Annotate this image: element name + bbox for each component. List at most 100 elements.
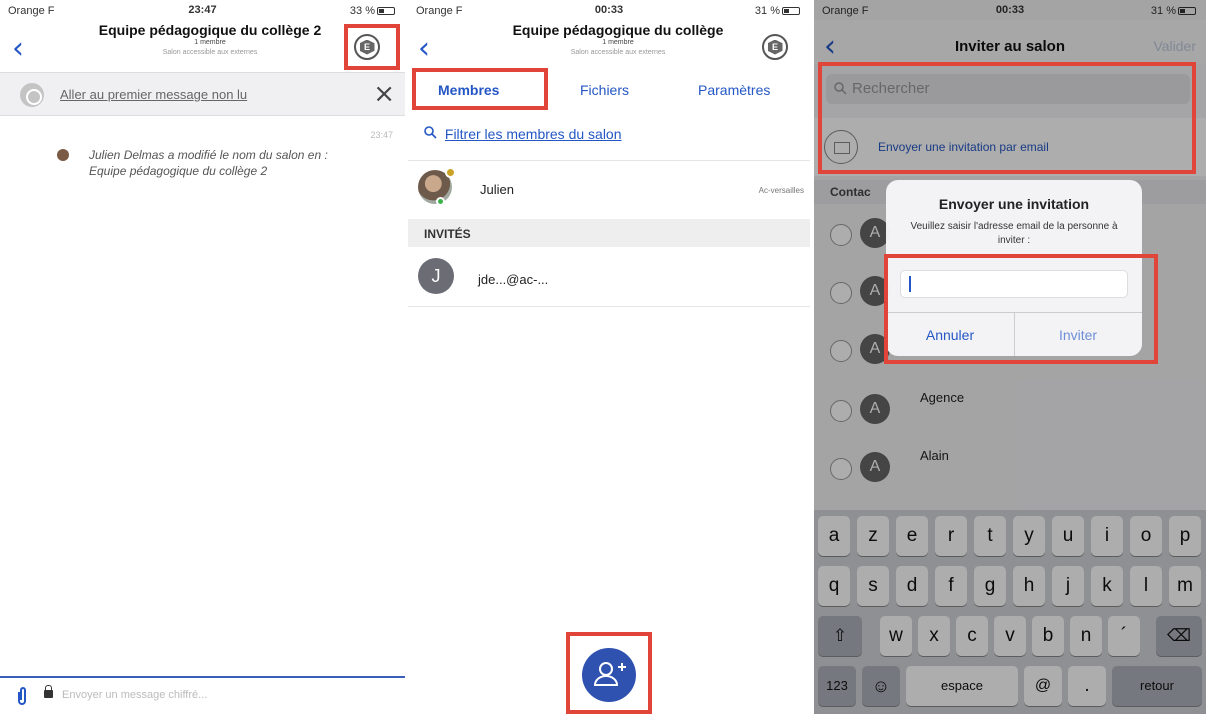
status-time: 00:33 [594, 4, 624, 16]
text-cursor [909, 276, 911, 292]
contact-row[interactable]: A Agence [814, 382, 1206, 440]
key[interactable]: q [818, 566, 850, 606]
close-icon[interactable]: × [373, 79, 395, 109]
member-filter[interactable]: Filtrer les membres du salon [424, 126, 622, 142]
key[interactable]: r [935, 516, 967, 556]
key[interactable]: z [857, 516, 889, 556]
status-bar: Orange F 23:47 33 % [0, 0, 405, 20]
search-icon [834, 82, 847, 95]
key[interactable]: x [918, 616, 950, 656]
paperclip-icon[interactable] [16, 686, 28, 711]
key[interactable]: k [1091, 566, 1123, 606]
key[interactable]: l [1130, 566, 1162, 606]
select-radio[interactable] [830, 400, 852, 422]
battery-indicator: 31 % [755, 5, 800, 17]
member-domain: Ac-versailles [758, 186, 804, 195]
key[interactable]: w [880, 616, 912, 656]
key[interactable]: s [857, 566, 889, 606]
search-input[interactable]: Rechercher [826, 74, 1190, 104]
room-avatar-button[interactable]: E [762, 34, 788, 60]
message-input[interactable]: Envoyer un message chiffré... [62, 689, 207, 701]
invite-dialog: Envoyer une invitation Veuillez saisir l… [886, 180, 1142, 356]
contact-avatar: A [860, 394, 890, 424]
key[interactable]: j [1052, 566, 1084, 606]
mail-icon [824, 130, 858, 164]
delete-key[interactable]: ⌫ [1156, 616, 1202, 656]
message-composer: Envoyer un message chiffré... [0, 676, 405, 714]
key[interactable]: f [935, 566, 967, 606]
message-time: 23:47 [370, 130, 393, 140]
key[interactable]: b [1032, 616, 1064, 656]
contact-name: Alain [920, 448, 949, 463]
room-access-label: Salon accessible aux externes [162, 49, 258, 56]
key[interactable]: d [896, 566, 928, 606]
key[interactable]: g [974, 566, 1006, 606]
search-placeholder: Rechercher [852, 80, 930, 97]
member-avatar[interactable] [418, 167, 456, 206]
event-line-1: Julien Delmas a modifié le nom du salon … [89, 148, 328, 162]
dialog-title: Envoyer une invitation [938, 196, 1090, 212]
unread-banner: Aller au premier message non lu × [0, 72, 405, 116]
key[interactable]: i [1091, 516, 1123, 556]
key[interactable]: c [956, 616, 988, 656]
tab-files[interactable]: Fichiers [580, 82, 629, 98]
add-member-button[interactable] [582, 648, 636, 702]
return-key[interactable]: retour [1112, 666, 1202, 706]
key[interactable]: h [1013, 566, 1045, 606]
key[interactable]: v [994, 616, 1026, 656]
room-access-label: Salon accessible aux externes [570, 49, 666, 56]
key[interactable]: p [1169, 516, 1201, 556]
select-radio[interactable] [830, 458, 852, 480]
member-name[interactable]: Julien [480, 182, 514, 197]
key[interactable]: a [818, 516, 850, 556]
member-count: 1 membre [194, 39, 226, 46]
key[interactable]: y [1013, 516, 1045, 556]
at-key[interactable]: @ [1024, 666, 1062, 706]
confirm-button[interactable]: Valider [1153, 38, 1196, 54]
tab-settings[interactable]: Paramètres [698, 82, 770, 98]
emoji-key[interactable]: ☺ [862, 666, 900, 706]
room-avatar-button[interactable]: E [354, 34, 380, 60]
shift-key[interactable]: ⇧ [818, 616, 862, 656]
select-radio[interactable] [830, 224, 852, 246]
jump-to-unread-link[interactable]: Aller au premier message non lu [60, 87, 247, 102]
space-key[interactable]: espace [906, 666, 1018, 706]
paperclip-svg [18, 687, 26, 705]
key[interactable]: e [896, 516, 928, 556]
active-tab-indicator [420, 106, 540, 108]
guest-avatar[interactable]: J [418, 258, 454, 294]
key[interactable]: t [974, 516, 1006, 556]
select-radio[interactable] [830, 282, 852, 304]
key[interactable]: u [1052, 516, 1084, 556]
dialog-message: Veuillez saisir l'adresse email de la pe… [910, 221, 1118, 246]
invite-by-email-row[interactable]: Envoyer une invitation par email [814, 118, 1206, 176]
status-bar: Orange F 00:33 31 % [408, 0, 810, 20]
room-title: Equipe pédagogique du collège [512, 22, 724, 38]
contact-row[interactable]: A Alain [814, 440, 1206, 498]
select-radio[interactable] [830, 340, 852, 362]
back-button[interactable]: ‹ [12, 34, 24, 64]
admin-badge-icon [445, 167, 456, 178]
dot-key[interactable]: . [1068, 666, 1106, 706]
guest-name[interactable]: jde...@ac-... [478, 272, 548, 287]
keyboard-row-2: q s d f g h j k l m [814, 566, 1206, 606]
key[interactable]: ´ [1108, 616, 1140, 656]
room-title: Equipe pédagogique du collège 2 [98, 22, 322, 38]
key[interactable]: n [1070, 616, 1102, 656]
section-label: INVITÉS [424, 227, 471, 241]
key[interactable]: m [1169, 566, 1201, 606]
tab-members[interactable]: Membres [438, 82, 499, 98]
section-label: Contac [830, 185, 871, 199]
status-time: 00:33 [995, 4, 1025, 16]
room-chat-screen: Orange F 23:47 33 % ‹ Equipe pédagogique… [0, 0, 405, 714]
page-title: Inviter au salon [954, 38, 1066, 55]
back-button[interactable]: ‹ [418, 34, 430, 64]
battery-icon [1178, 7, 1196, 15]
cancel-button[interactable]: Annuler [886, 327, 1014, 343]
online-status-icon [436, 197, 445, 206]
email-field[interactable] [900, 270, 1128, 298]
invite-button[interactable]: Inviter [1014, 327, 1142, 343]
battery-icon [782, 7, 800, 15]
numbers-key[interactable]: 123 [818, 666, 856, 706]
key[interactable]: o [1130, 516, 1162, 556]
